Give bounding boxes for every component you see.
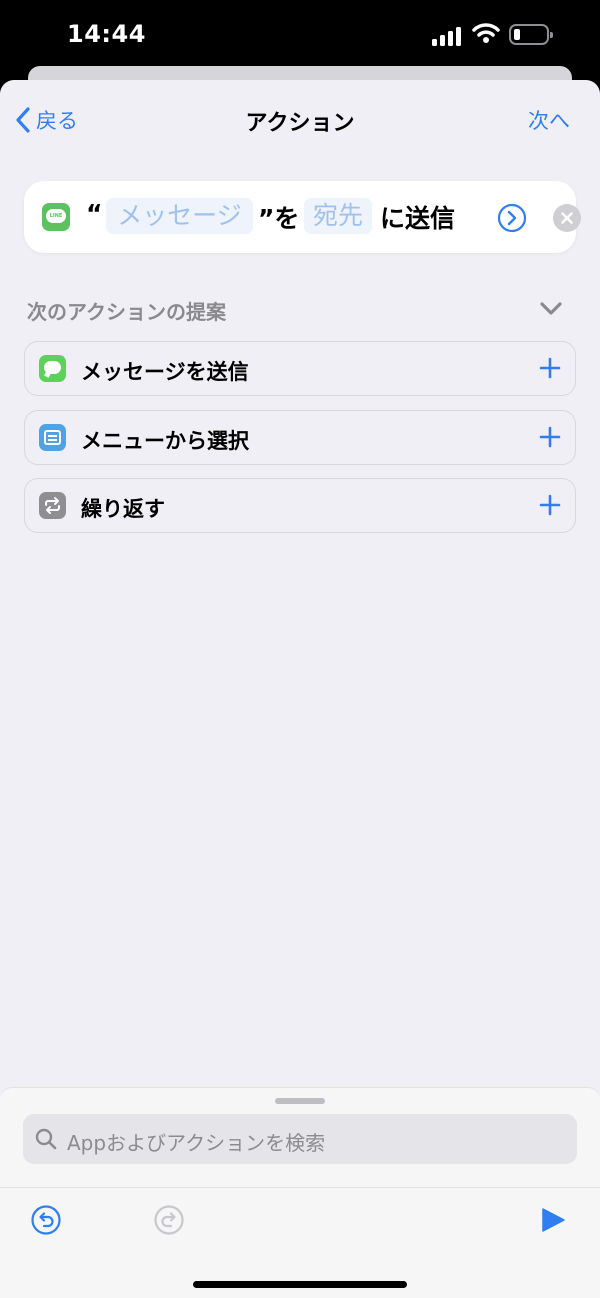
actions-sheet: 戻る アクション 次へ LINE “ メッセージ ”を 宛先 に送信 次のアクシ…	[0, 80, 600, 1298]
toolbar-divider	[0, 1187, 600, 1188]
page-title: アクション	[245, 111, 355, 136]
suggestion-label: メッセージを送信	[81, 360, 249, 384]
bottom-panel: Appおよびアクションを検索	[0, 1087, 600, 1298]
plus-icon[interactable]	[539, 494, 561, 516]
plus-icon[interactable]	[539, 357, 561, 379]
suggestions-header: 次のアクションの提案	[27, 300, 226, 324]
cellular-signal-icon	[432, 26, 464, 46]
play-icon[interactable]	[540, 1207, 566, 1233]
remove-action-icon[interactable]	[553, 204, 581, 232]
menu-icon	[39, 424, 66, 451]
line-app-icon: LINE	[42, 203, 70, 231]
status-bar: 14:44	[0, 0, 600, 70]
open-quote: “	[86, 199, 103, 228]
recipient-token[interactable]: 宛先	[304, 198, 372, 234]
home-indicator	[193, 1281, 407, 1288]
suggestion-label: 繰り返す	[81, 497, 165, 521]
next-button[interactable]: 次へ	[528, 105, 570, 135]
suggestion-label: メニューから選択	[81, 429, 249, 453]
plus-icon[interactable]	[539, 426, 561, 448]
search-icon	[35, 1128, 57, 1150]
messages-icon	[39, 355, 66, 382]
status-time: 14:44	[67, 20, 146, 48]
battery-icon	[509, 24, 553, 45]
suggestion-send-message[interactable]: メッセージを送信	[24, 341, 576, 396]
message-token[interactable]: メッセージ	[106, 198, 253, 234]
action-suffix: に送信	[380, 204, 456, 233]
action-card[interactable]: LINE “ メッセージ ”を 宛先 に送信	[24, 181, 581, 253]
line-icon-text: LINE	[46, 209, 66, 223]
expand-action-icon[interactable]	[497, 203, 527, 233]
repeat-icon	[39, 492, 66, 519]
suggestion-choose-from-menu[interactable]: メニューから選択	[24, 410, 576, 465]
sheet-grabber[interactable]	[275, 1098, 325, 1104]
suggestion-repeat[interactable]: 繰り返す	[24, 478, 576, 533]
quote-particle: ”を	[258, 204, 300, 233]
search-placeholder: Appおよびアクションを検索	[67, 1131, 326, 1155]
undo-icon[interactable]	[31, 1205, 61, 1235]
redo-icon	[154, 1205, 184, 1235]
search-input[interactable]: Appおよびアクションを検索	[23, 1114, 577, 1164]
chevron-down-icon[interactable]	[540, 302, 562, 316]
wifi-icon	[472, 23, 500, 43]
